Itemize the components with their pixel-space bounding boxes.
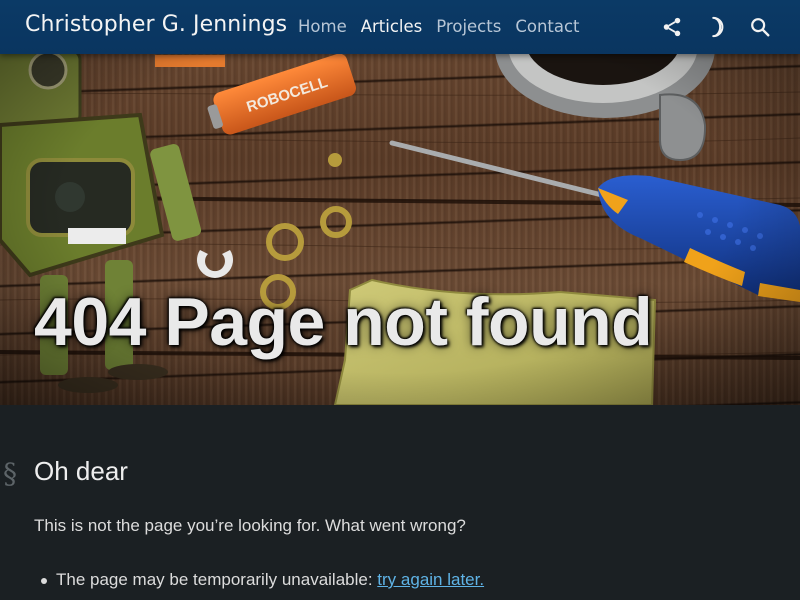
main-content: § Oh dear This is not the page you’re lo…	[0, 405, 800, 600]
section-anchor-link[interactable]: §	[3, 457, 17, 490]
intro-paragraph: This is not the page you’re looking for.…	[34, 516, 466, 535]
nav-articles[interactable]: Articles	[361, 15, 423, 39]
section-heading: Oh dear	[34, 456, 128, 486]
header-tools	[660, 15, 772, 39]
page-title: 404 Page not found	[34, 284, 653, 360]
main-nav: Home Articles Projects Contact	[298, 15, 594, 39]
reasons-list: The page may be temporarily unavailable:…	[40, 568, 484, 592]
hero-banner: ROBOCELL	[0, 0, 800, 405]
search-icon	[751, 18, 770, 37]
nav-contact[interactable]: Contact	[515, 15, 579, 39]
try-again-link[interactable]: try again later.	[377, 570, 484, 589]
nav-home[interactable]: Home	[298, 15, 347, 39]
site-header: Christopher G. Jennings Home Articles Pr…	[0, 0, 800, 54]
search-button[interactable]	[748, 15, 772, 39]
share-icon	[663, 17, 681, 37]
site-title-link[interactable]: Christopher G. Jennings	[25, 12, 287, 37]
reason-text: The page may be temporarily unavailable:	[56, 570, 378, 589]
theme-toggle-button[interactable]	[704, 15, 728, 39]
list-item: The page may be temporarily unavailable:…	[40, 568, 484, 592]
share-button[interactable]	[660, 15, 684, 39]
nav-projects[interactable]: Projects	[436, 15, 501, 39]
moon-icon	[712, 16, 724, 38]
